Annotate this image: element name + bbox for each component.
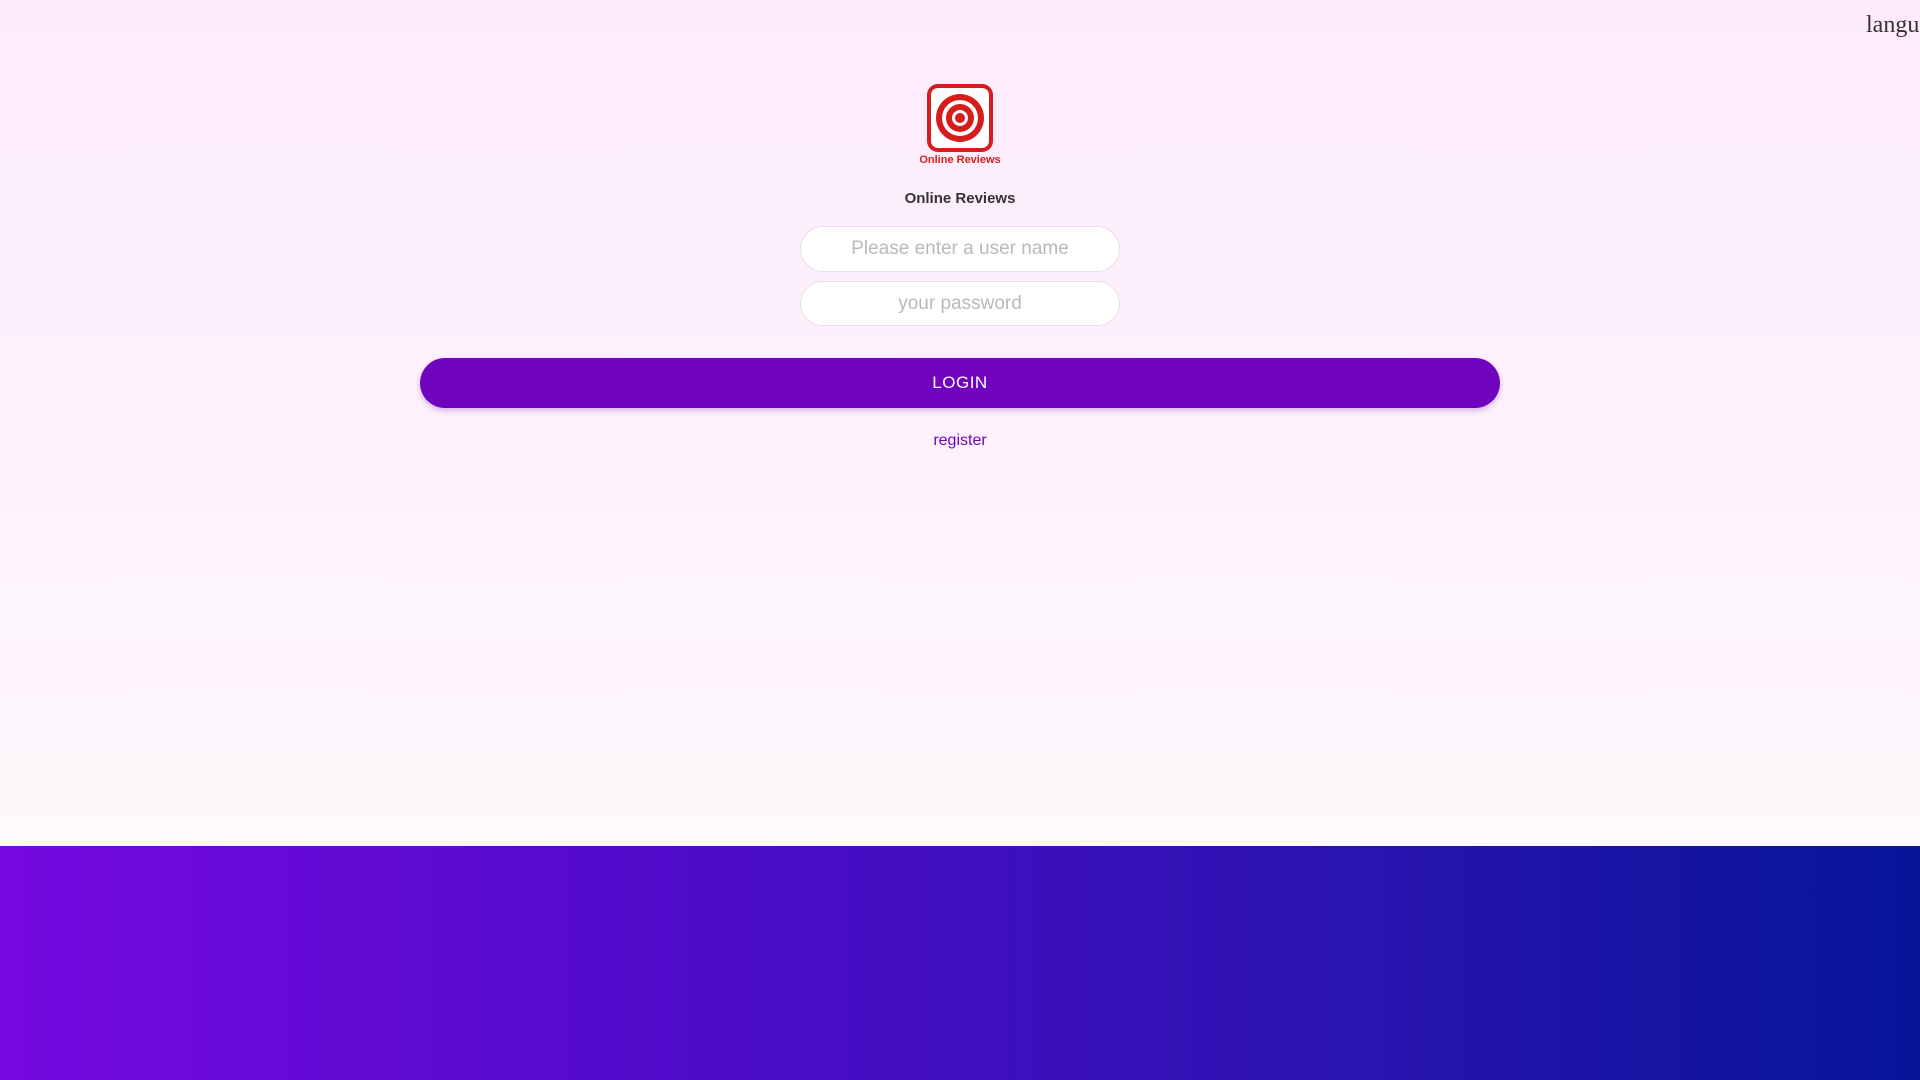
app-title: Online Reviews	[904, 190, 1016, 207]
password-input[interactable]	[800, 281, 1120, 326]
logo-caption: Online Reviews	[919, 154, 1001, 166]
target-icon	[927, 84, 993, 152]
login-button[interactable]: LOGIN	[420, 358, 1500, 408]
app-logo: Online Reviews	[918, 83, 1002, 171]
footer-gradient-band	[0, 846, 1920, 1080]
login-page: langu Online Reviews Online Reviews LOGI…	[0, 0, 1920, 1080]
language-selector[interactable]: langu	[1866, 12, 1920, 39]
username-input[interactable]	[800, 226, 1120, 272]
register-row: register	[0, 432, 1920, 450]
register-link[interactable]: register	[933, 432, 986, 449]
